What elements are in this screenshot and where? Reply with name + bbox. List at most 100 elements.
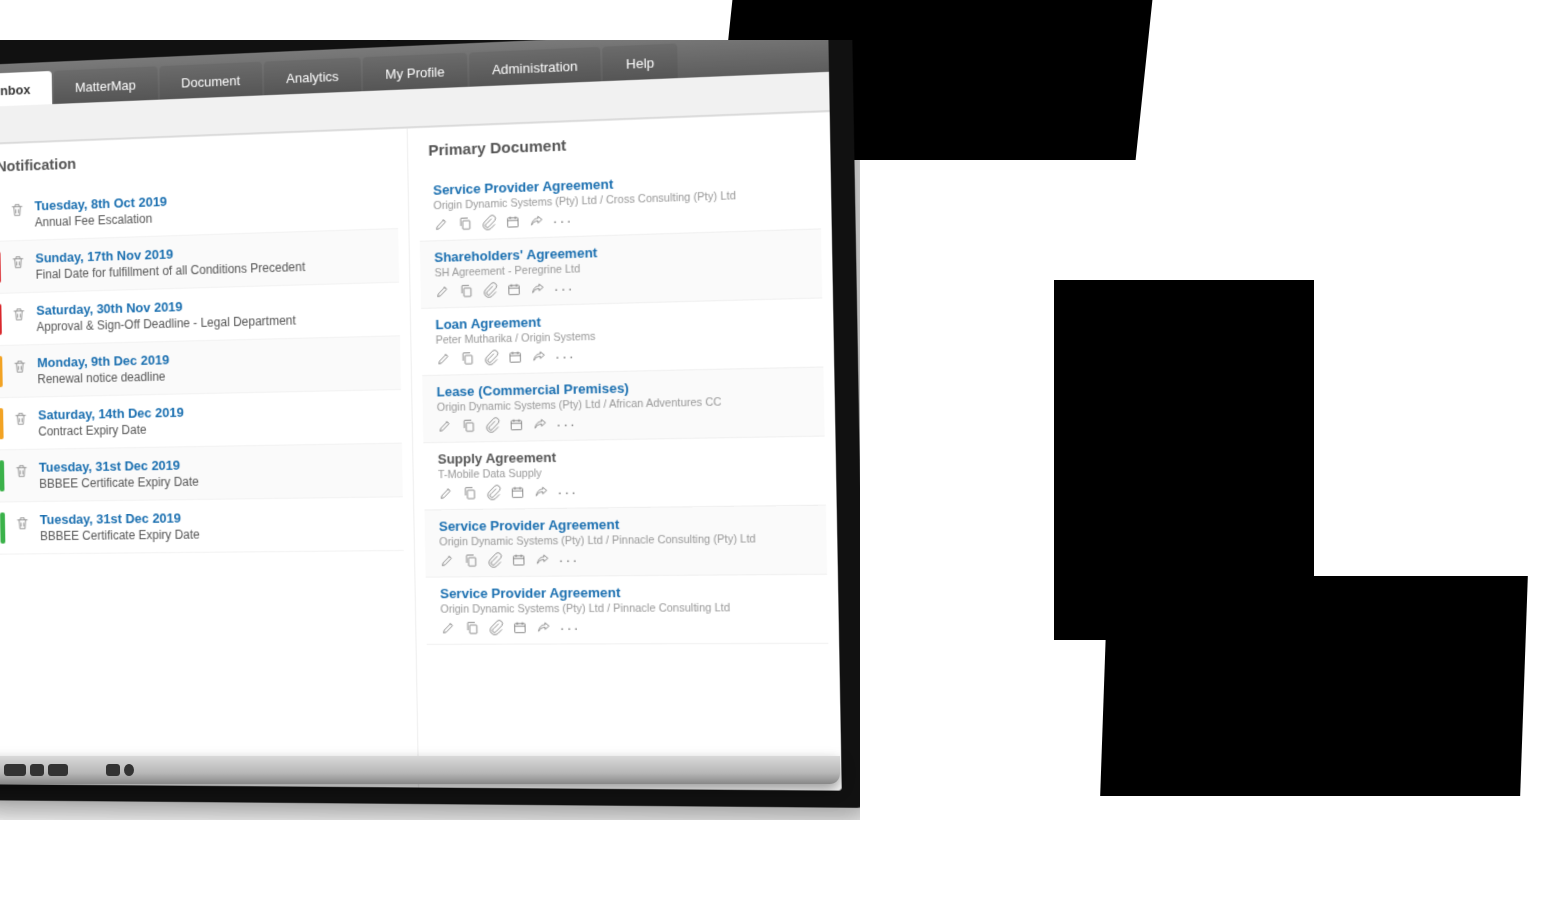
notification-text: Saturday, 30th Nov 2019 Approval & Sign-… <box>36 293 391 334</box>
share-icon[interactable] <box>536 620 552 636</box>
notification-text: Sunday, 17th Nov 2019 Final Date for ful… <box>35 240 390 282</box>
share-icon[interactable] <box>531 348 547 364</box>
notification-text: Tuesday, 31st Dec 2019 BBBEE Certificate… <box>40 508 395 544</box>
notification-text: Tuesday, 8th Oct 2019 Annual Fee Escalat… <box>34 186 389 230</box>
trash-icon[interactable] <box>9 201 25 220</box>
document-row[interactable]: Service Provider Agreement Origin Dynami… <box>424 506 827 578</box>
document-row[interactable]: Service Provider Agreement Origin Dynami… <box>418 160 821 241</box>
edit-icon[interactable] <box>436 351 452 367</box>
priority-bar <box>0 512 5 543</box>
trash-icon[interactable] <box>10 253 26 272</box>
document-actions: ··· <box>440 618 819 635</box>
notification-row[interactable]: Tuesday, 31st Dec 2019 BBBEE Certificate… <box>0 444 403 503</box>
document-actions: ··· <box>437 411 816 433</box>
attachment-icon[interactable] <box>481 215 497 231</box>
tab-administration[interactable]: Administration <box>469 47 601 87</box>
notification-text: Tuesday, 31st Dec 2019 BBBEE Certificate… <box>39 454 394 491</box>
copy-icon[interactable] <box>463 552 479 568</box>
document-column: Primary Document Service Provider Agreem… <box>407 112 841 790</box>
copy-icon[interactable] <box>464 620 480 636</box>
notification-desc: BBBEE Certificate Expiry Date <box>39 472 394 491</box>
notification-column: Notification Tuesday, 8th Oct 2019 Annua… <box>0 129 419 788</box>
trash-icon[interactable] <box>15 514 31 532</box>
tab-my-profile[interactable]: My Profile <box>363 53 468 92</box>
tab-mattermap[interactable]: MatterMap <box>53 66 157 104</box>
trash-icon[interactable] <box>13 410 29 428</box>
notification-text: Saturday, 14th Dec 2019 Contract Expiry … <box>38 400 393 438</box>
app-screen: InboxMatterMapDocumentAnalyticsMy Profil… <box>0 40 842 791</box>
calendar-icon[interactable] <box>506 281 522 297</box>
document-title[interactable]: Service Provider Agreement <box>440 583 819 601</box>
more-icon[interactable]: ··· <box>552 214 573 227</box>
laptop-base <box>0 756 840 784</box>
document-subtitle: Origin Dynamic Systems (Pty) Ltd / Pinna… <box>440 601 819 615</box>
attachment-icon[interactable] <box>482 282 498 298</box>
document-title[interactable]: Service Provider Agreement <box>439 514 818 534</box>
attachment-icon[interactable] <box>483 350 499 366</box>
more-icon[interactable]: ··· <box>554 281 575 294</box>
document-row[interactable]: Shareholders' Agreement SH Agreement - P… <box>420 229 823 309</box>
attachment-icon[interactable] <box>487 552 503 568</box>
notification-row[interactable]: Saturday, 30th Nov 2019 Approval & Sign-… <box>0 283 400 347</box>
trash-icon[interactable] <box>12 357 28 375</box>
priority-bar <box>0 408 4 439</box>
more-icon[interactable]: ··· <box>560 621 581 634</box>
copy-icon[interactable] <box>461 417 477 433</box>
more-icon[interactable]: ··· <box>555 349 576 362</box>
edit-icon[interactable] <box>438 485 454 501</box>
copy-icon[interactable] <box>462 485 478 501</box>
share-icon[interactable] <box>532 416 548 432</box>
copy-icon[interactable] <box>458 283 474 299</box>
share-icon[interactable] <box>534 552 550 568</box>
attachment-icon[interactable] <box>488 620 504 636</box>
attachment-icon[interactable] <box>484 417 500 433</box>
tab-help[interactable]: Help <box>602 43 677 81</box>
calendar-icon[interactable] <box>509 484 525 500</box>
edit-icon[interactable] <box>435 283 451 299</box>
document-row[interactable]: Lease (Commercial Premises) Origin Dynam… <box>422 368 825 444</box>
document-row[interactable]: Service Provider Agreement Origin Dynami… <box>425 575 828 645</box>
notification-row[interactable]: Monday, 9th Dec 2019 Renewal notice dead… <box>0 336 401 398</box>
calendar-icon[interactable] <box>511 552 527 568</box>
share-icon[interactable] <box>530 281 546 297</box>
edit-icon[interactable] <box>433 216 449 232</box>
document-actions: ··· <box>439 549 818 568</box>
document-actions: ··· <box>438 480 817 501</box>
edit-icon[interactable] <box>437 418 453 434</box>
notification-row[interactable]: Tuesday, 31st Dec 2019 BBBEE Certificate… <box>0 497 403 554</box>
port-thunderbolt-icon <box>48 764 68 776</box>
edit-icon[interactable] <box>439 553 455 569</box>
calendar-icon[interactable] <box>508 417 524 433</box>
more-icon[interactable]: ··· <box>556 417 577 430</box>
port-hdmi-icon <box>4 764 26 776</box>
edit-icon[interactable] <box>440 620 456 636</box>
notification-text: Monday, 9th Dec 2019 Renewal notice dead… <box>37 347 392 387</box>
notification-header: Notification <box>0 143 397 175</box>
tab-analytics[interactable]: Analytics <box>264 57 361 95</box>
notification-row[interactable]: Saturday, 14th Dec 2019 Contract Expiry … <box>0 390 402 450</box>
more-icon[interactable]: ··· <box>557 485 578 498</box>
document-actions: ··· <box>436 342 815 366</box>
port-usb-icon <box>30 764 44 776</box>
document-header: Primary Document <box>428 127 819 159</box>
document-row[interactable]: Supply Agreement T-Mobile Data Supply ··… <box>423 437 826 511</box>
document-row[interactable]: Loan Agreement Peter Mutharika / Origin … <box>421 298 824 376</box>
share-icon[interactable] <box>533 484 549 500</box>
laptop-mockup: InboxMatterMapDocumentAnalyticsMy Profil… <box>0 40 860 820</box>
calendar-icon[interactable] <box>512 620 528 636</box>
port-audio-icon <box>124 764 134 776</box>
calendar-icon[interactable] <box>505 214 521 230</box>
decoration <box>1100 576 1528 796</box>
tab-inbox[interactable]: Inbox <box>0 71 52 107</box>
tab-document[interactable]: Document <box>159 62 262 100</box>
more-icon[interactable]: ··· <box>558 553 579 566</box>
copy-icon[interactable] <box>457 215 473 231</box>
copy-icon[interactable] <box>459 350 475 366</box>
share-icon[interactable] <box>529 213 545 229</box>
priority-bar <box>0 460 4 491</box>
attachment-icon[interactable] <box>486 485 502 501</box>
trash-icon[interactable] <box>11 305 27 323</box>
calendar-icon[interactable] <box>507 349 523 365</box>
trash-icon[interactable] <box>14 462 30 480</box>
priority-bar <box>0 252 1 283</box>
